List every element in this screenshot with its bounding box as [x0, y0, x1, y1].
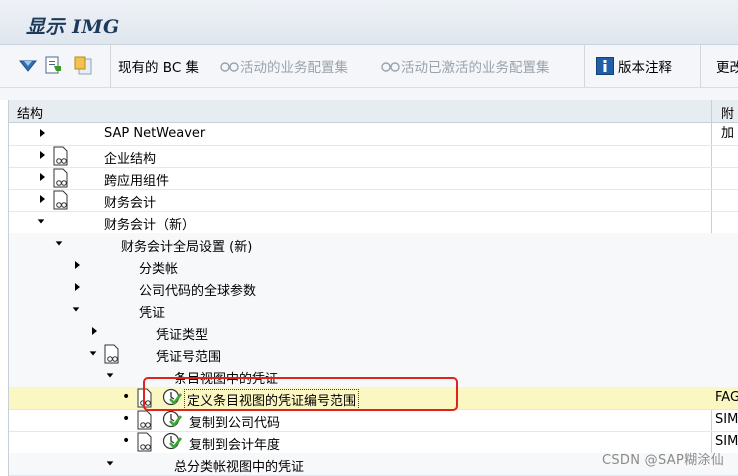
expand-arrow-icon[interactable]	[37, 171, 47, 183]
tree-node-label: 总分类帐视图中的凭证	[174, 460, 305, 475]
document-glasses-icon[interactable]	[137, 432, 153, 452]
activated-bc-sets-button[interactable]: 活动已激活的业务配置集	[381, 57, 550, 76]
existing-bc-sets-label: 现有的 BC 集	[118, 60, 200, 76]
toolbar-separator	[110, 45, 111, 87]
document-glasses-icon[interactable]	[137, 410, 153, 430]
expand-arrow-icon[interactable]	[72, 259, 82, 271]
tree-node[interactable]: 财务会计（新）	[9, 211, 738, 234]
watermark: CSDN @SAP糊涂仙	[601, 453, 724, 468]
find-icon[interactable]	[44, 56, 64, 75]
expand-arrow-icon[interactable]	[37, 127, 47, 139]
tree-node[interactable]: 凭证类型	[9, 321, 738, 344]
tree-node-label: 凭证类型	[156, 328, 209, 343]
activated-bc-sets-label: 活动已激活的业务配置集	[401, 60, 550, 76]
tree-node-label: 复制到公司代码	[189, 416, 281, 431]
bullet: •	[122, 433, 131, 449]
expand-arrow-icon[interactable]	[72, 281, 82, 293]
collapse-arrow-icon[interactable]	[88, 347, 98, 359]
bullet: •	[122, 389, 131, 405]
img-structure-tree: 结构 附加 SAP NetWeaver 企业结构 跨应用组件 财务会计 财务会计…	[8, 100, 738, 476]
tree-node-label: 复制到会计年度	[189, 438, 281, 453]
toolbar-separator	[700, 45, 701, 87]
tree-node[interactable]: 企业结构	[9, 145, 738, 168]
copy-icon[interactable]	[72, 56, 94, 75]
change-label: 更改	[716, 60, 738, 76]
active-bc-sets-label: 活动的业务配置集	[240, 60, 348, 76]
expand-arrow-icon[interactable]	[89, 325, 99, 337]
tree-node-extra: SIM	[715, 434, 738, 449]
document-glasses-icon[interactable]	[104, 344, 120, 364]
tree-node[interactable]: SAP NetWeaver	[9, 123, 738, 146]
expand-arrow-icon[interactable]	[37, 149, 47, 161]
tree-node-label: 财务会计	[104, 196, 157, 211]
expand-subtree-icon[interactable]	[18, 57, 38, 75]
tree-node-label: 财务会计（新）	[104, 218, 196, 233]
tree-header: 结构 附加	[9, 100, 738, 141]
tree-node[interactable]: 财务会计	[9, 189, 738, 212]
toolbar-separator	[584, 45, 585, 87]
collapse-arrow-icon[interactable]	[105, 369, 115, 381]
tree-node-label: 凭证号范围	[156, 350, 222, 365]
tree-node[interactable]: • 复制到公司代码 SIM	[9, 409, 738, 432]
tree-node[interactable]: 凭证号范围	[9, 343, 738, 366]
column-header-structure: 结构	[17, 107, 44, 122]
tree-node[interactable]: 分类帐	[9, 255, 738, 278]
active-bc-sets-button[interactable]: 活动的业务配置集	[220, 57, 348, 76]
glasses-icon	[220, 62, 239, 72]
expand-arrow-icon[interactable]	[37, 193, 47, 205]
window-title: 显示 IMG	[26, 16, 120, 38]
info-icon	[596, 57, 614, 75]
tree-node-label: 企业结构	[104, 152, 157, 167]
collapse-arrow-icon[interactable]	[71, 303, 81, 315]
tree-node[interactable]: 公司代码的全球参数	[9, 277, 738, 300]
release-notes-button[interactable]: 版本注释	[596, 57, 672, 76]
application-toolbar: 现有的 BC 集 活动的业务配置集 活动已激活的业务配置集 版本注释 更改	[0, 45, 738, 88]
bullet: •	[122, 411, 131, 427]
document-glasses-icon[interactable]	[53, 168, 69, 188]
tree-node[interactable]: 财务会计全局设置 (新)	[9, 233, 738, 256]
existing-bc-sets-button[interactable]: 现有的 BC 集	[118, 57, 200, 76]
tree-node-extra: SIM	[715, 412, 738, 427]
collapse-arrow-icon[interactable]	[36, 215, 46, 227]
tree-node-label: 凭证	[139, 306, 166, 321]
tree-node-extra: FAG	[715, 390, 738, 405]
collapse-arrow-icon[interactable]	[54, 237, 64, 249]
document-glasses-icon[interactable]	[53, 146, 69, 166]
change-button[interactable]: 更改	[716, 57, 738, 76]
tree-node-label: 分类帐	[139, 262, 179, 277]
tree-node[interactable]: 凭证	[9, 299, 738, 322]
execute-clock-icon[interactable]	[162, 431, 182, 451]
toolbar-spacer	[0, 88, 738, 100]
tree-node-label: 跨应用组件	[104, 174, 170, 189]
tree-node[interactable]: 跨应用组件	[9, 167, 738, 190]
collapse-arrow-icon[interactable]	[105, 457, 115, 469]
title-bar: 显示 IMG	[0, 0, 738, 45]
tree-node-label: 财务会计全局设置 (新)	[121, 240, 253, 255]
execute-clock-icon[interactable]	[162, 409, 182, 429]
glasses-icon	[381, 62, 400, 72]
release-notes-label: 版本注释	[618, 60, 672, 76]
document-glasses-icon[interactable]	[53, 190, 69, 210]
highlight-box	[143, 377, 458, 411]
tree-node-label: SAP NetWeaver	[104, 126, 206, 141]
tree-node-label: 公司代码的全球参数	[139, 284, 257, 299]
